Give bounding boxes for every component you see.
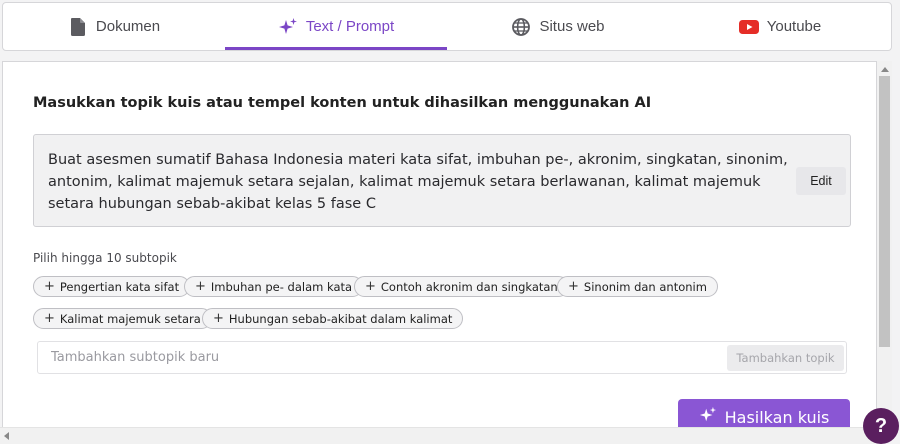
help-button[interactable]: ?	[863, 408, 899, 444]
subtopic-title: Pilih hingga 10 subtopik	[33, 251, 177, 265]
subtopic-chip[interactable]: + Contoh akronim dan singkatan	[354, 276, 569, 297]
quiz-generator-panel: Masukkan topik kuis atau tempel konten u…	[2, 61, 877, 444]
chip-label: Imbuhan pe- dalam kata	[210, 279, 353, 294]
tab-text-prompt[interactable]: Text / Prompt	[225, 3, 447, 50]
subtopic-chip[interactable]: + Pengertian kata sifat	[33, 276, 191, 297]
globe-icon	[511, 17, 531, 37]
subtopic-chip[interactable]: + Kalimat majemuk setara	[33, 308, 212, 329]
topic-text: Buat asesmen sumatif Bahasa Indonesia ma…	[48, 152, 788, 212]
tab-youtube[interactable]: Youtube	[669, 3, 891, 50]
plus-icon: +	[213, 311, 224, 326]
scroll-up-arrow-icon[interactable]	[881, 67, 889, 72]
tab-label: Text / Prompt	[305, 18, 395, 35]
subtopic-chip[interactable]: + Hubungan sebab-akibat dalam kalimat	[202, 308, 464, 329]
plus-icon: +	[568, 279, 579, 294]
chip-label: Contoh akronim dan singkatan	[380, 279, 558, 294]
add-subtopic-row: Tambahkan topik	[37, 341, 847, 374]
horizontal-scrollbar[interactable]	[0, 427, 877, 444]
app-root: Dokumen Text / Prompt Situs web Youtube …	[0, 0, 900, 444]
chip-label: Sinonim dan antonim	[583, 279, 707, 294]
vertical-scrollbar[interactable]	[877, 61, 892, 427]
subtopic-chip[interactable]: + Sinonim dan antonim	[557, 276, 718, 297]
new-subtopic-input[interactable]	[39, 343, 719, 372]
tab-label: Dokumen	[95, 18, 161, 35]
scroll-left-arrow-icon[interactable]	[4, 432, 9, 440]
scrollbar-thumb[interactable]	[879, 76, 890, 347]
tab-situs-web[interactable]: Situs web	[447, 3, 669, 50]
add-topic-button[interactable]: Tambahkan topik	[727, 345, 844, 371]
plus-icon: +	[365, 279, 376, 294]
chip-label: Pengertian kata sifat	[59, 279, 180, 294]
tab-dokumen[interactable]: Dokumen	[3, 3, 225, 50]
plus-icon: +	[44, 279, 55, 294]
source-tabs: Dokumen Text / Prompt Situs web Youtube	[2, 2, 892, 51]
youtube-icon	[738, 17, 759, 37]
edit-button[interactable]: Edit	[796, 167, 846, 195]
tab-label: Situs web	[539, 18, 605, 35]
chip-label: Kalimat majemuk setara	[59, 311, 201, 326]
sparkle-icon	[699, 406, 717, 428]
subtopic-chip[interactable]: + Imbuhan pe- dalam kata	[184, 276, 364, 297]
sparkle-icon	[278, 17, 298, 37]
chip-label: Hubungan sebab-akibat dalam kalimat	[228, 311, 453, 326]
generate-label: Hasilkan kuis	[724, 407, 830, 427]
page-heading: Masukkan topik kuis atau tempel konten u…	[33, 95, 652, 111]
document-icon	[68, 17, 88, 37]
plus-icon: +	[44, 311, 55, 326]
topic-content-box: Buat asesmen sumatif Bahasa Indonesia ma…	[33, 134, 851, 227]
plus-icon: +	[195, 279, 206, 294]
tab-label: Youtube	[766, 18, 822, 35]
